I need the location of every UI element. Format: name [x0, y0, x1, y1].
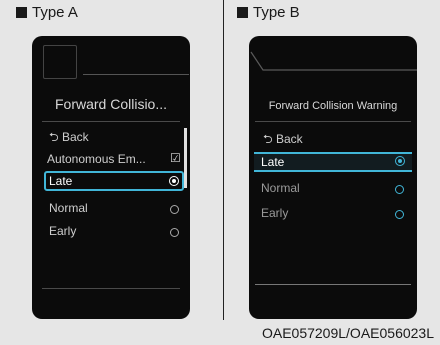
- scrollbar[interactable]: [184, 128, 187, 188]
- option-normal[interactable]: Normal: [261, 181, 300, 195]
- figure-caption: OAE057209L/OAE056023L: [261, 325, 434, 341]
- checkbox-checked-icon[interactable]: ☑: [170, 151, 181, 165]
- header-curve-decoration: [250, 51, 417, 71]
- option-late[interactable]: Late: [49, 174, 72, 188]
- radio-selected-icon[interactable]: [395, 156, 405, 166]
- back-button[interactable]: ⮌ Back: [49, 128, 89, 149]
- back-button[interactable]: ⮌ Back: [263, 130, 303, 151]
- back-label: Back: [275, 132, 303, 146]
- option-normal[interactable]: Normal: [49, 201, 88, 215]
- radio-icon[interactable]: [170, 205, 179, 214]
- square-bullet-icon: [16, 7, 27, 18]
- square-bullet-icon: [237, 7, 248, 18]
- back-arrow-icon: ⮌: [263, 132, 273, 146]
- back-arrow-icon: ⮌: [49, 130, 59, 144]
- title-divider: [42, 121, 180, 122]
- radio-selected-icon[interactable]: [169, 176, 179, 186]
- menu-title: Forward Collision Warning: [268, 100, 398, 112]
- screen-type-a: Forward Collisio... ⮌ Back Autonomous Em…: [32, 36, 190, 319]
- type-a-label: Type A: [32, 4, 78, 21]
- type-a-header: Type A: [16, 4, 78, 21]
- radio-icon[interactable]: [395, 185, 404, 194]
- type-b-header: Type B: [237, 4, 300, 21]
- radio-icon[interactable]: [170, 228, 179, 237]
- option-early[interactable]: Early: [49, 224, 76, 238]
- top-divider: [83, 74, 189, 75]
- bottom-divider: [42, 288, 180, 289]
- column-divider: [223, 0, 224, 320]
- back-label: Back: [61, 130, 89, 144]
- type-b-label: Type B: [253, 4, 300, 21]
- menu-title: Forward Collisio...: [54, 96, 168, 112]
- option-late[interactable]: Late: [261, 155, 284, 169]
- option-early[interactable]: Early: [261, 206, 288, 220]
- title-divider: [255, 121, 411, 122]
- option-autonomous-emergency[interactable]: Autonomous Em...: [47, 152, 146, 166]
- screen-type-b: Forward Collision Warning ⮌ Back Late No…: [249, 36, 417, 319]
- radio-icon[interactable]: [395, 210, 404, 219]
- status-icon-box: [43, 45, 77, 79]
- bottom-divider: [255, 284, 411, 285]
